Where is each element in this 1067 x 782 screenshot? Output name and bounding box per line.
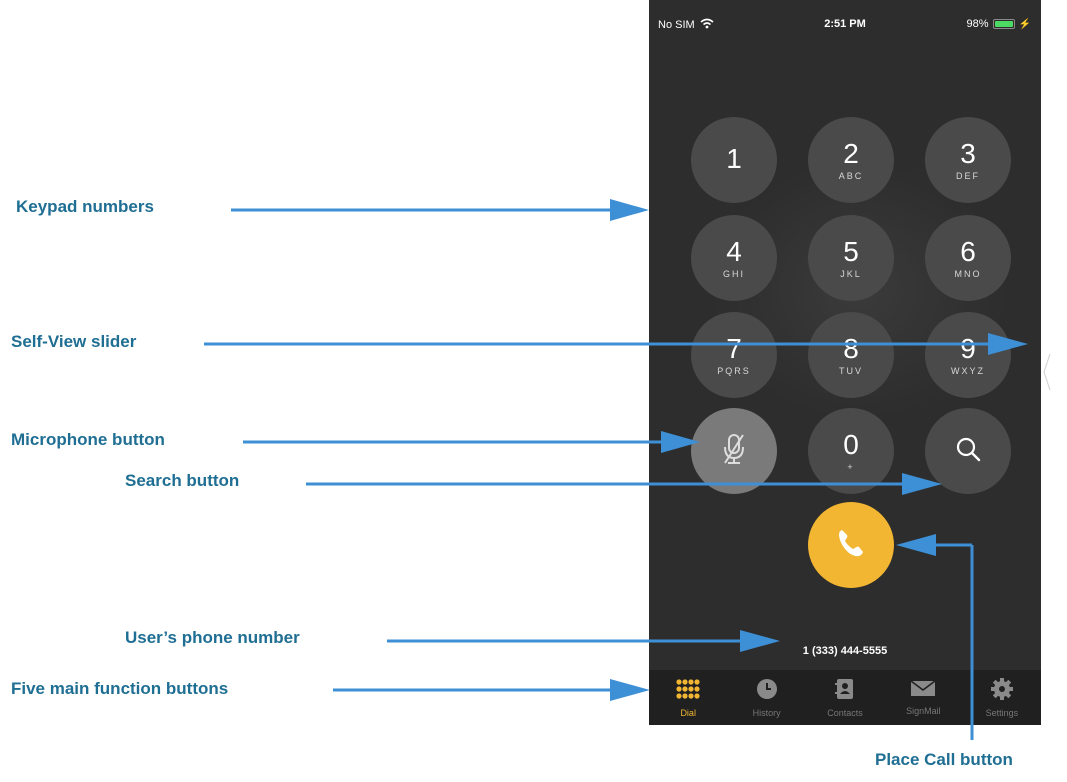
arrow-keypad-numbers — [231, 199, 649, 221]
arrow-place-call-button — [896, 534, 974, 740]
arrow-users-phone-number — [387, 630, 780, 652]
arrow-microphone-button — [243, 431, 700, 453]
arrow-search-button — [306, 473, 942, 495]
arrow-self-view-slider — [204, 333, 1028, 355]
arrow-five-main-function-buttons — [333, 679, 650, 701]
annotation-arrows — [204, 199, 1028, 740]
